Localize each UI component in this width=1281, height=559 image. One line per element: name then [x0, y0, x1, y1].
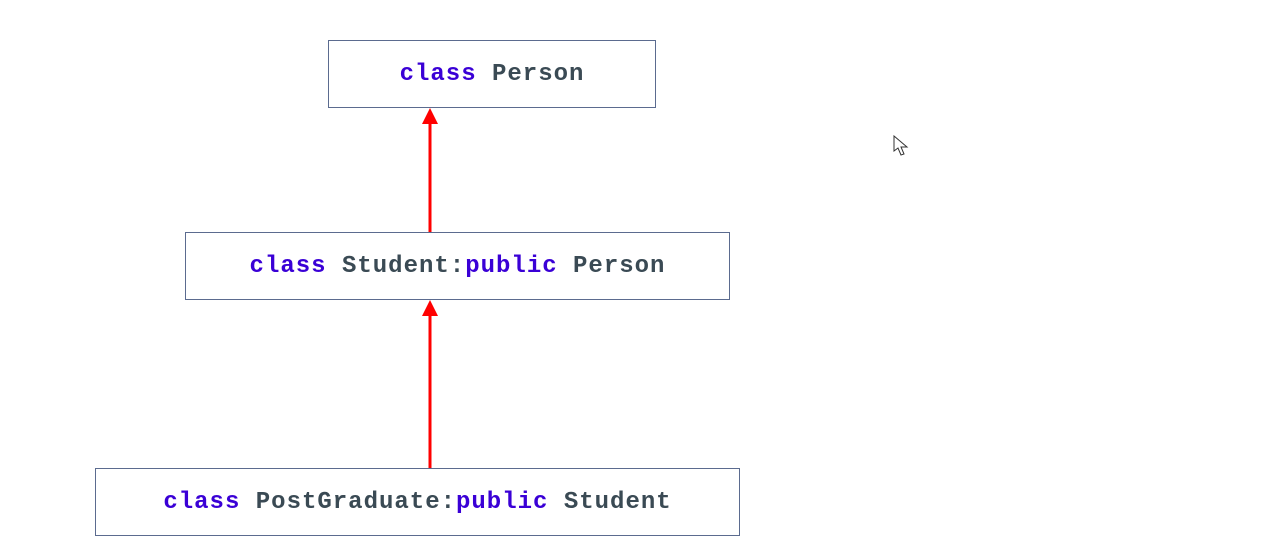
class-box-person: class Person: [328, 40, 656, 108]
inheritance-colon: :: [441, 489, 456, 516]
arrow-person-student: [420, 108, 440, 232]
class-name-student: Student: [342, 253, 450, 280]
class-box-postgraduate: class PostGraduate:public Student: [95, 468, 740, 536]
keyword-class: class: [400, 61, 477, 88]
class-name-person: Person: [492, 61, 584, 88]
cursor-icon: [893, 135, 911, 157]
base-class-postgraduate: Student: [564, 489, 672, 516]
keyword-public: public: [465, 253, 557, 280]
keyword-class: class: [250, 253, 327, 280]
base-class-student: Person: [573, 253, 665, 280]
class-box-student: class Student:public Person: [185, 232, 730, 300]
class-name-postgraduate: PostGraduate: [256, 489, 441, 516]
arrow-student-postgraduate: [420, 300, 440, 468]
keyword-class: class: [163, 489, 240, 516]
keyword-public: public: [456, 489, 548, 516]
inheritance-colon: :: [450, 253, 465, 280]
